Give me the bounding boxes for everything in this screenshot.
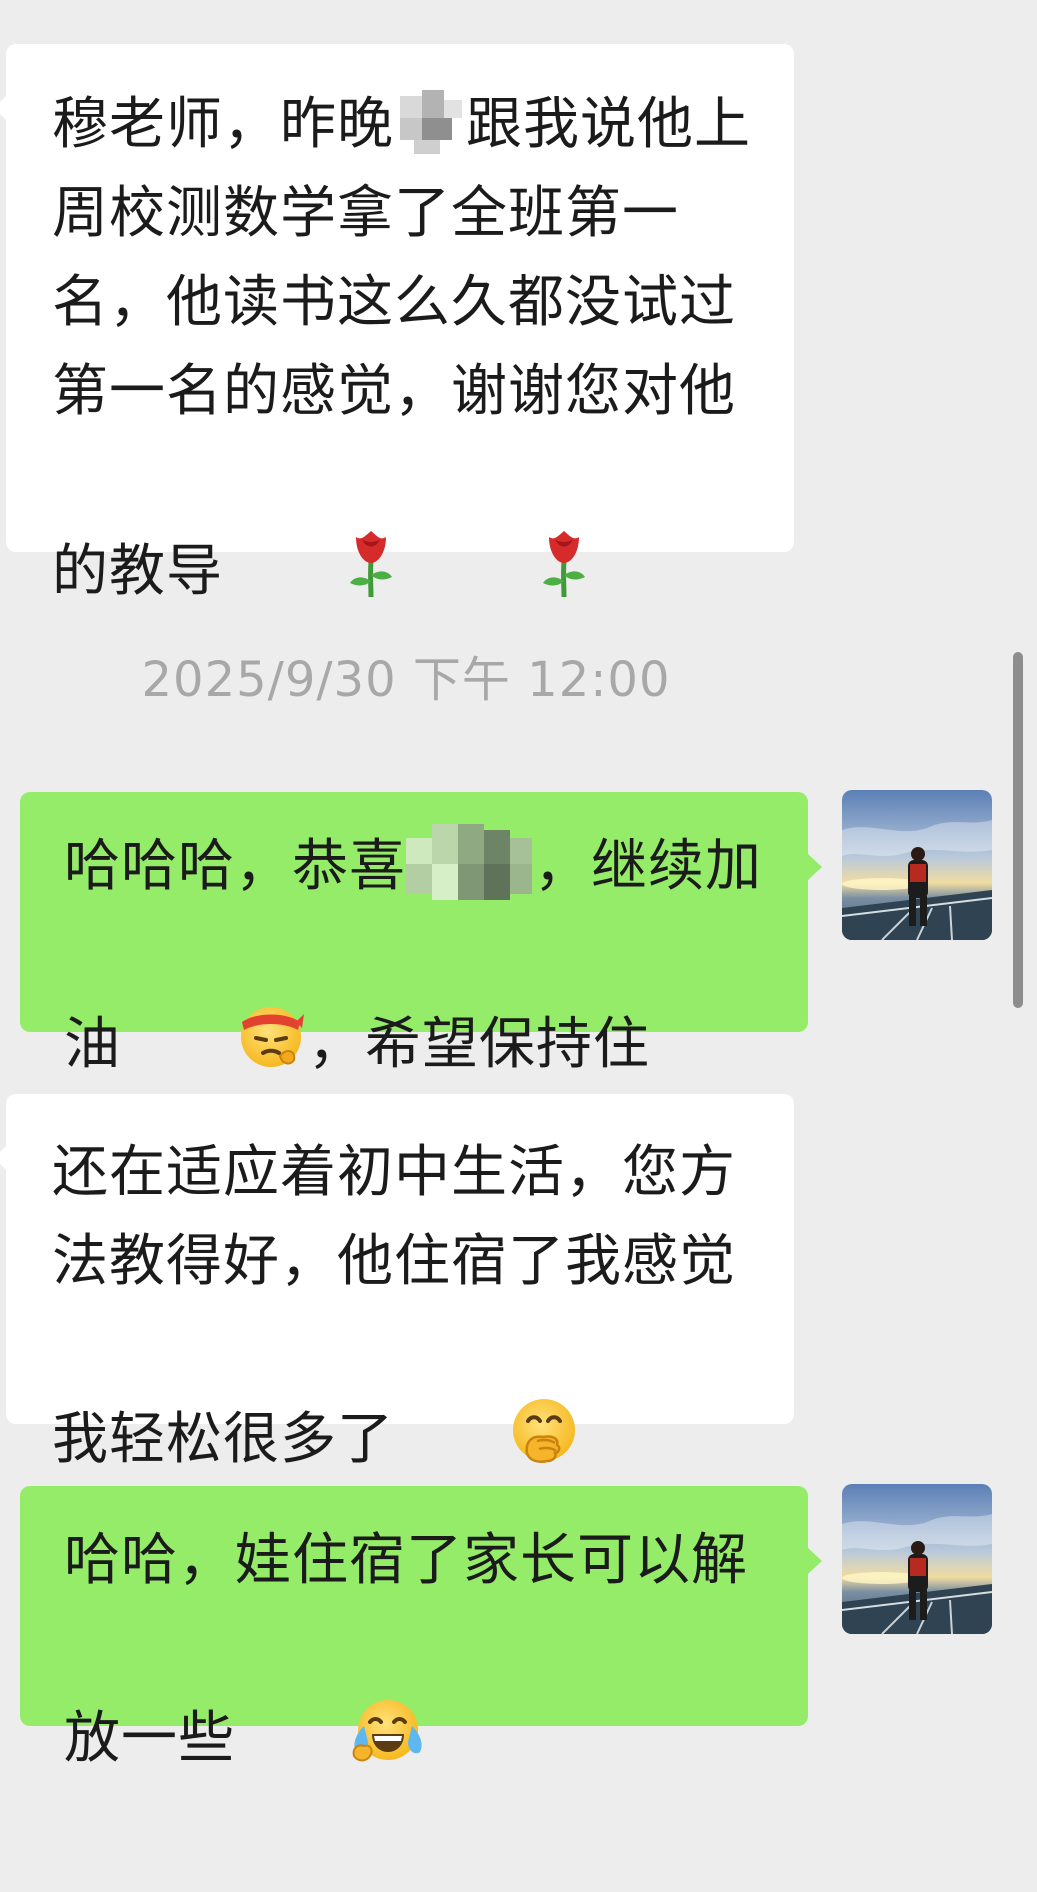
user-avatar[interactable] (842, 1484, 992, 1634)
message-bubble-outgoing[interactable]: 哈哈哈，恭喜 ，继续加油 ，希望保持住 (20, 792, 822, 1340)
chat-timestamp: 2025/9/30 下午 12:00 (141, 652, 671, 708)
message-bubble-outgoing[interactable]: 哈哈，娃住宿了家长可以解放一些 (20, 1486, 822, 1771)
message-text: 还在适应着初中生活，您方法教得好，他住宿了我感觉我轻松很多了 (52, 1140, 736, 1473)
message-bubble-incoming[interactable]: 还在适应着初中生活，您方法教得好，他住宿了我感觉我轻松很多了 (0, 1094, 794, 1472)
message-text: 穆老师，昨晚 (52, 92, 394, 157)
scrollbar-thumb[interactable] (1013, 652, 1023, 1008)
redacted-name-mosaic (394, 89, 466, 156)
message-text: 哈哈哈，恭喜 (64, 834, 406, 899)
redacted-name-mosaic (406, 823, 534, 904)
message-bubble-incoming[interactable]: 穆老师，昨晚 跟我说他上周校测数学拿了全班第一名，他读书这么久都没试过第一名的感… (0, 44, 794, 604)
tears-of-joy-face-icon (237, 1605, 424, 1879)
user-avatar[interactable] (842, 790, 992, 940)
